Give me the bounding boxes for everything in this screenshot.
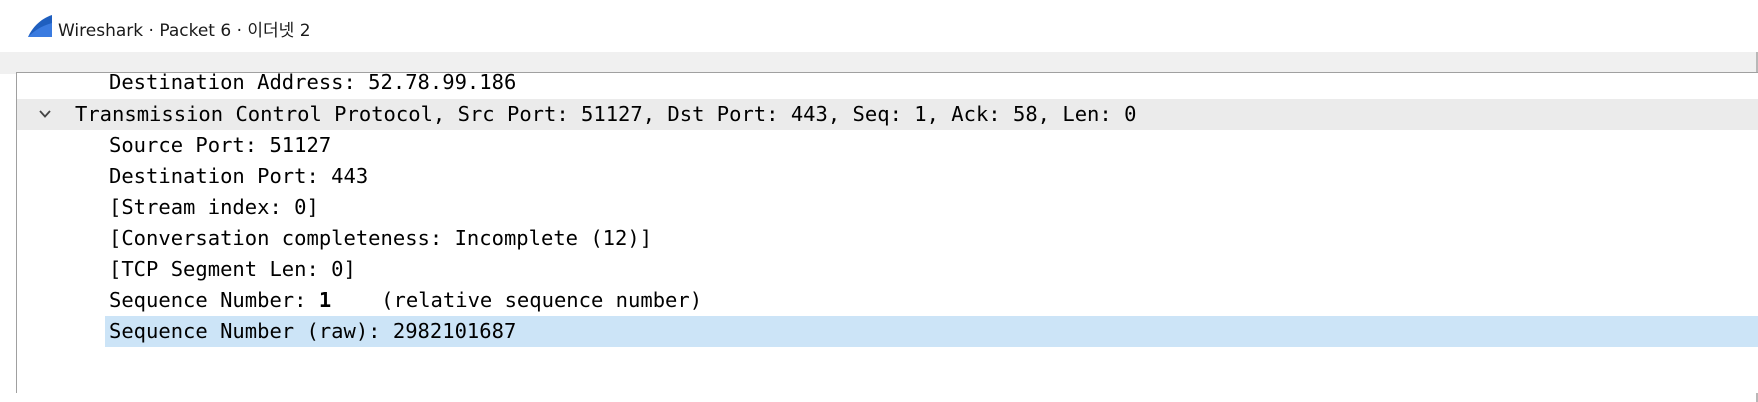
tree-item-label: Transmission Control Protocol, Src Port:… bbox=[75, 102, 1137, 126]
tree-item-conversation-completeness[interactable]: [Conversation completeness: Incomplete (… bbox=[17, 223, 1758, 254]
tree-item-label: Destination Address: 52.78.99.186 bbox=[109, 72, 517, 94]
tree-item-destination-address[interactable]: Destination Address: 52.78.99.186 bbox=[17, 72, 1758, 98]
tree-item-label: [Conversation completeness: Incomplete (… bbox=[109, 226, 653, 250]
tree-item-label: Source Port: 51127 bbox=[109, 133, 332, 157]
tree-item-tcp-header[interactable]: Transmission Control Protocol, Src Port:… bbox=[17, 99, 1758, 130]
tree-item-destination-port[interactable]: Destination Port: 443 bbox=[17, 161, 1758, 192]
tree-item-label: [Stream index: 0] bbox=[109, 195, 319, 219]
sequence-number-note: (relative sequence number) bbox=[381, 288, 703, 312]
window-title: Wireshark · Packet 6 · 이더넷 2 bbox=[58, 21, 311, 41]
tree-item-label: Destination Port: 443 bbox=[109, 164, 369, 188]
packet-details-tree[interactable]: Destination Address: 52.78.99.186 Transm… bbox=[16, 72, 1758, 393]
sequence-number-value: 1 bbox=[318, 288, 332, 312]
tree-item-label: Sequence Number (raw): 2982101687 bbox=[109, 319, 517, 343]
tree-item-label: [TCP Segment Len: 0] bbox=[109, 257, 356, 281]
wireshark-fin-icon bbox=[28, 15, 52, 37]
tree-item-content: Sequence Number: 1 (relative sequence num… bbox=[109, 285, 702, 316]
tree-item-tcp-segment-len[interactable]: [TCP Segment Len: 0] bbox=[17, 254, 1758, 285]
tree-item-sequence-number[interactable]: Sequence Number: 1 (relative sequence num… bbox=[17, 285, 1758, 316]
sequence-number-label: Sequence Number: bbox=[109, 288, 319, 312]
title-bar: Wireshark · Packet 6 · 이더넷 2 bbox=[0, 0, 1758, 52]
tree-item-stream-index[interactable]: [Stream index: 0] bbox=[17, 192, 1758, 223]
chevron-down-icon[interactable] bbox=[39, 109, 51, 119]
tree-item-sequence-number-raw[interactable]: Sequence Number (raw): 2982101687 bbox=[17, 316, 1758, 347]
toolbar-band bbox=[0, 52, 1758, 74]
tree-item-source-port[interactable]: Source Port: 51127 bbox=[17, 130, 1758, 161]
